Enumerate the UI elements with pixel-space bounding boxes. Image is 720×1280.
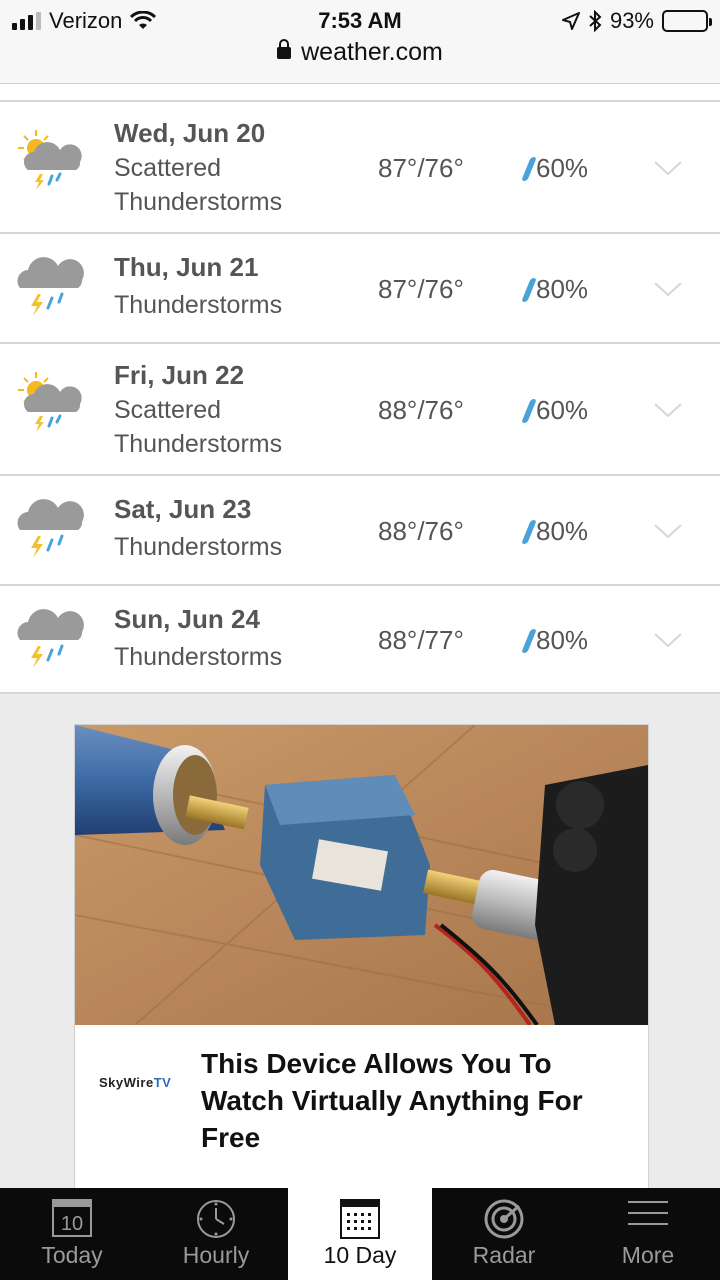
chevron-down-icon[interactable]: [654, 403, 682, 417]
forecast-temperature: 88°/76°: [378, 395, 464, 425]
url-bar[interactable]: weather.com: [0, 38, 720, 67]
forecast-row[interactable]: Thu, Jun 21 Thunderstorms 87°/76° 80%: [0, 234, 720, 344]
forecast-date: Thu, Jun 21: [114, 252, 259, 282]
bluetooth-icon: [589, 10, 602, 32]
forecast-row[interactable]: Wed, Jun 20 Scattered Thunderstorms 87°/76…: [0, 102, 720, 234]
forecast-condition: Thunderstorms: [114, 643, 283, 671]
thunderstorms-icon: [14, 248, 86, 320]
tab-label: Radar: [472, 1242, 536, 1268]
ad-device-photo: [75, 725, 648, 1025]
chevron-down-icon[interactable]: [654, 524, 682, 538]
forecast-condition: Scattered Thunderstorms: [114, 396, 283, 458]
url-text: weather.com: [301, 38, 443, 66]
forecast-condition: Thunderstorms: [114, 291, 283, 319]
forecast-precip: 60%: [521, 153, 589, 184]
forecast-date: Sat, Jun 23: [114, 494, 252, 524]
svg-text:10: 10: [61, 1213, 83, 1235]
sponsored-ad[interactable]: SkyWireTV This Device Allows You To Watc…: [74, 724, 649, 1194]
raindrop-icon: [521, 398, 537, 423]
tab-label: Hourly: [182, 1242, 250, 1268]
forecast-row[interactable]: Fri, Jun 22 Scattered Thunderstorms 88°/76…: [0, 344, 720, 476]
forecast-date: Sun, Jun 24: [114, 604, 260, 634]
raindrop-icon: [521, 277, 537, 302]
forecast-precip: 60%: [521, 395, 589, 426]
tab-radar[interactable]: Radar: [432, 1188, 576, 1280]
thunderstorms-icon: [14, 490, 86, 562]
radar-icon: [483, 1198, 525, 1245]
ad-brand-logo: SkyWireTV: [99, 1075, 172, 1090]
raindrop-icon: [521, 628, 537, 653]
tab-label: 10 Day: [323, 1242, 397, 1268]
precip-value: 80%: [536, 625, 589, 655]
tab-label: Today: [41, 1242, 103, 1268]
thunderstorms-icon: [14, 600, 86, 672]
forecast-precip: 80%: [521, 625, 589, 656]
calendar-grid-icon: [339, 1198, 381, 1245]
precip-value: 60%: [536, 153, 589, 183]
lock-icon: [277, 39, 292, 59]
raindrop-icon: [521, 156, 537, 181]
status-bar: Verizon 7:53 AM 93%: [0, 6, 720, 36]
forecast-temperature: 88°/77°: [378, 625, 464, 655]
tab-label: More: [621, 1242, 675, 1268]
battery-icon: [662, 10, 712, 32]
forecast-list: Wed, Jun 20 Scattered Thunderstorms 87°/76…: [0, 84, 720, 694]
tab-today[interactable]: 10 Today: [0, 1188, 144, 1280]
tab-more[interactable]: More: [576, 1188, 720, 1280]
bottom-tab-bar: 10 Today Hourly 10 Day Radar More: [0, 1188, 720, 1280]
precip-value: 60%: [536, 395, 589, 425]
chevron-down-icon[interactable]: [654, 282, 682, 296]
battery-percent: 93%: [609, 8, 654, 33]
forecast-temperature: 88°/76°: [378, 516, 464, 546]
status-right-group: 93%: [561, 8, 712, 34]
ad-image[interactable]: [75, 725, 648, 1025]
forecast-row[interactable]: Sun, Jun 24 Thunderstorms 88°/77° 80%: [0, 586, 720, 694]
chevron-down-icon[interactable]: [654, 161, 682, 175]
raindrop-icon: [521, 519, 537, 544]
precip-value: 80%: [536, 516, 589, 546]
calendar-icon: 10: [51, 1198, 93, 1243]
location-arrow-icon: [561, 12, 580, 30]
forecast-condition: Scattered Thunderstorms: [114, 154, 283, 216]
scattered-thunderstorms-icon: [14, 366, 86, 438]
tab-10-day[interactable]: 10 Day: [288, 1188, 432, 1280]
forecast-precip: 80%: [521, 274, 589, 305]
forecast-date: Fri, Jun 22: [114, 360, 245, 390]
tab-hourly[interactable]: Hourly: [144, 1188, 288, 1280]
forecast-condition: Thunderstorms: [114, 533, 283, 561]
clock-icon: [195, 1198, 237, 1245]
browser-top-bar: Verizon 7:53 AM 93% weather.com: [0, 0, 720, 84]
forecast-temperature: 87°/76°: [378, 274, 464, 304]
forecast-precip: 80%: [521, 516, 589, 547]
forecast-date: Wed, Jun 20: [114, 118, 266, 148]
precip-value: 80%: [536, 274, 589, 304]
forecast-temperature: 87°/76°: [378, 153, 464, 183]
scattered-thunderstorms-icon: [14, 124, 86, 196]
page: { "status_bar": { "carrier": "Verizon", …: [0, 0, 720, 1280]
forecast-row[interactable]: Sat, Jun 23 Thunderstorms 88°/76° 80%: [0, 476, 720, 586]
chevron-down-icon[interactable]: [654, 633, 682, 647]
menu-icon: [626, 1198, 670, 1233]
ad-headline[interactable]: This Device Allows You To Watch Virtuall…: [201, 1045, 631, 1156]
